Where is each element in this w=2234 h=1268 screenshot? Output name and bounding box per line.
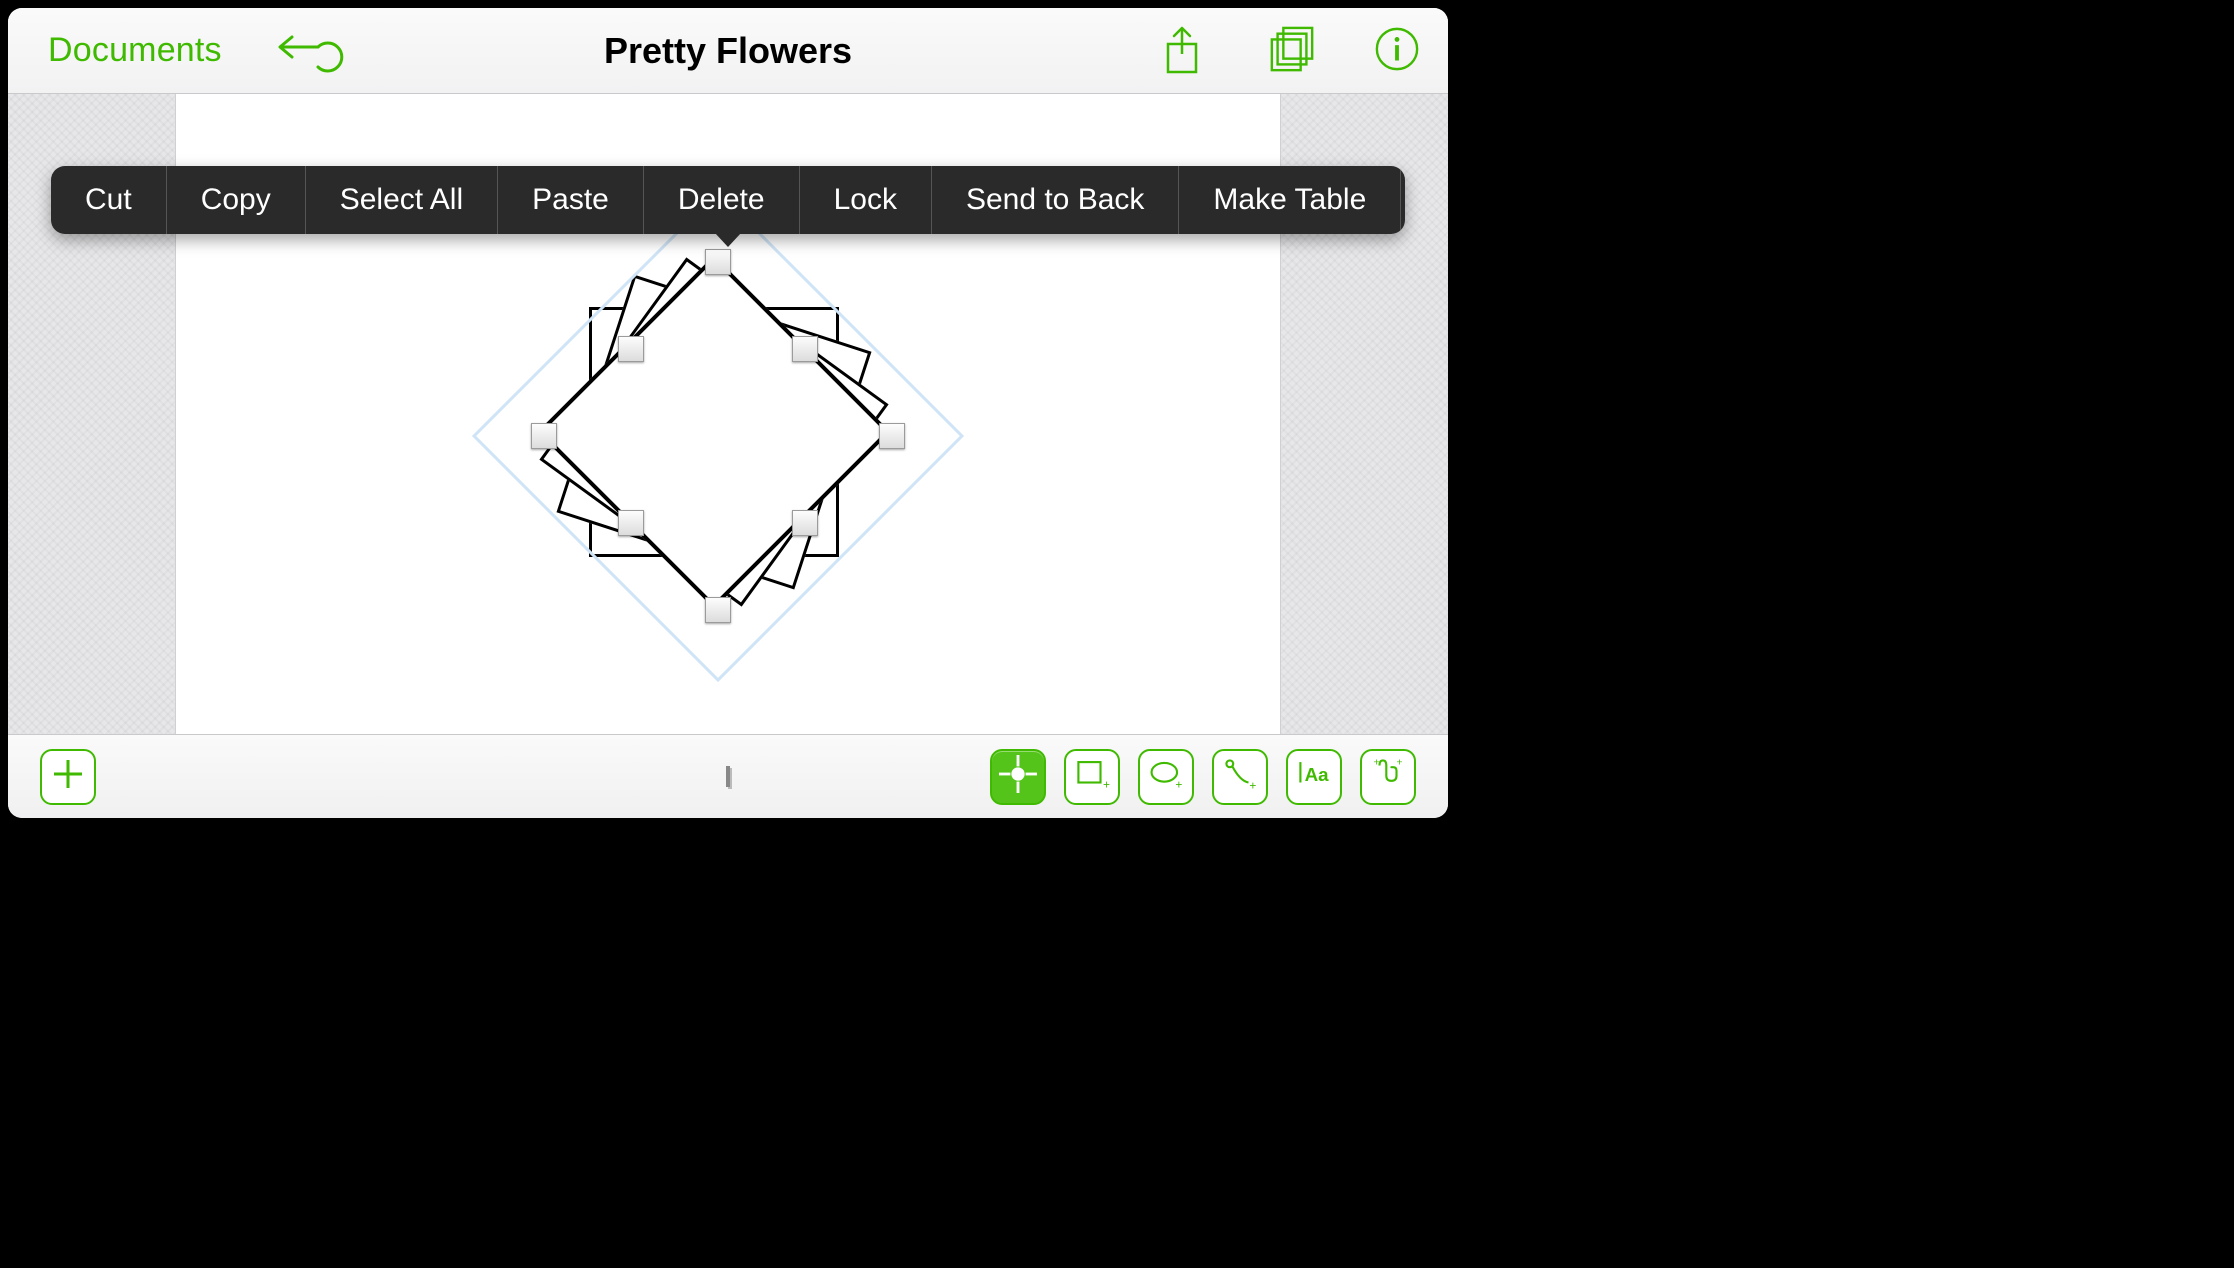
svg-text:+: + [1249, 778, 1256, 792]
text-icon: Aa [1297, 757, 1331, 796]
svg-text:Aa: Aa [1305, 764, 1329, 785]
touch-tool[interactable]: + + [1360, 749, 1416, 805]
ctx-lock[interactable]: Lock [800, 166, 932, 234]
touch-icon: + + [1371, 757, 1405, 796]
selected-shape-group[interactable] [589, 307, 839, 557]
share-icon[interactable] [1162, 26, 1210, 76]
text-tool[interactable]: Aa [1286, 749, 1342, 805]
info-icon[interactable] [1374, 26, 1422, 76]
ctx-select-all[interactable]: Select All [306, 166, 498, 234]
top-toolbar-left: Documents [48, 31, 332, 71]
svg-text:+: + [1374, 758, 1380, 769]
ctx-paste[interactable]: Paste [498, 166, 644, 234]
ellipse-tool[interactable]: + [1138, 749, 1194, 805]
ctx-make-table[interactable]: Make Table [1179, 166, 1401, 234]
svg-text:+: + [1397, 758, 1403, 769]
line-icon: + [1223, 757, 1257, 796]
svg-text:+: + [1103, 777, 1110, 791]
ctx-send-to-back[interactable]: Send to Back [932, 166, 1179, 234]
ctx-cut[interactable]: Cut [51, 166, 167, 234]
line-tool[interactable]: + [1212, 749, 1268, 805]
ctx-copy[interactable]: Copy [167, 166, 306, 234]
workspace[interactable]: Cut Copy Select All Paste Delete Lock Se… [8, 94, 1448, 734]
documents-back-button[interactable]: Documents [48, 31, 222, 70]
ctx-delete[interactable]: Delete [644, 166, 800, 234]
ellipse-icon: + [1149, 757, 1183, 796]
top-toolbar: Documents Pretty Flowers [8, 8, 1448, 94]
ctx-more-button[interactable] [1401, 166, 1405, 234]
svg-text:+: + [1175, 777, 1182, 791]
undo-icon[interactable] [276, 31, 332, 71]
diamond-indicator-icon [726, 768, 730, 786]
bottom-toolbar: + + + [8, 734, 1448, 818]
target-tool[interactable] [990, 749, 1046, 805]
rectangle-tool[interactable]: + [1064, 749, 1120, 805]
add-button[interactable] [40, 749, 96, 805]
top-toolbar-right [1162, 26, 1422, 76]
context-menu: Cut Copy Select All Paste Delete Lock Se… [51, 166, 1405, 234]
plus-icon [52, 758, 84, 795]
rectangle-icon: + [1075, 757, 1109, 796]
tool-palette: + + + [990, 749, 1416, 805]
target-icon [999, 755, 1037, 798]
context-menu-pointer [715, 233, 741, 247]
app-window: Documents Pretty Flowers [8, 8, 1448, 818]
stencils-icon[interactable] [1268, 26, 1316, 76]
